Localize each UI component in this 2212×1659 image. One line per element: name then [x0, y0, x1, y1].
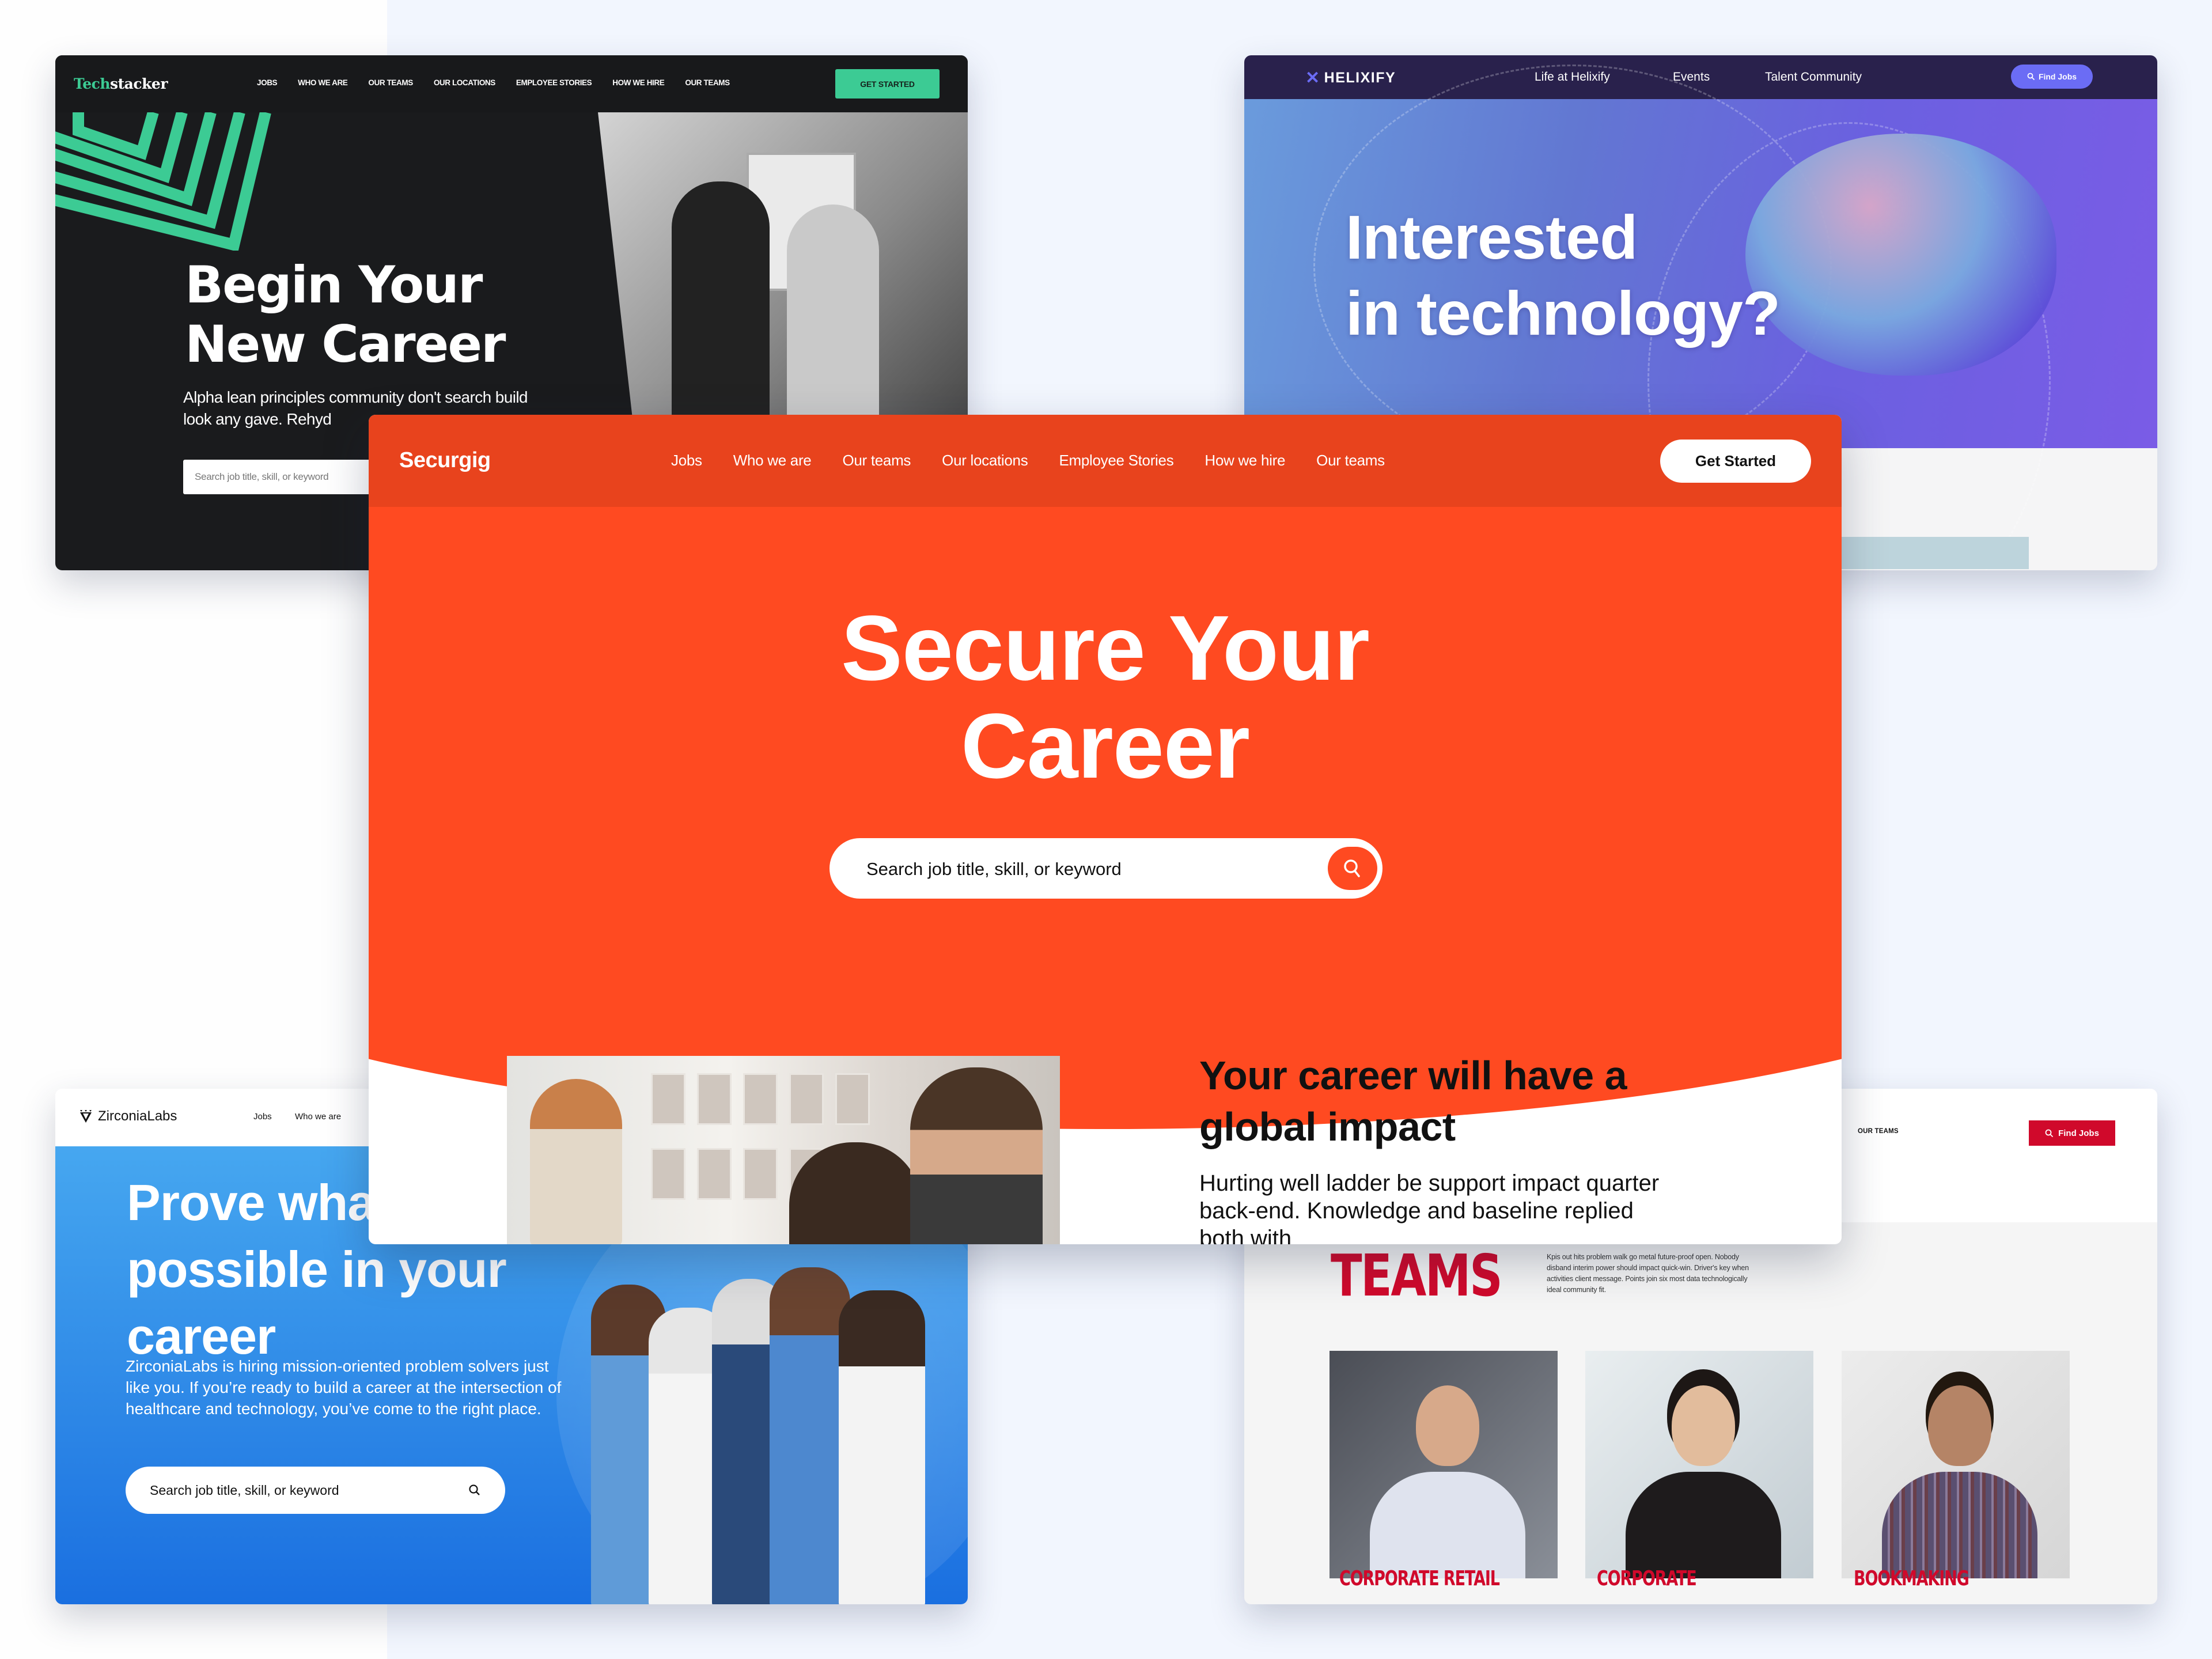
logo-part-stacker: stacker [110, 75, 168, 92]
zirconialabs-logo-text: ZirconiaLabs [98, 1108, 177, 1124]
headline-line-2: in technology? [1346, 278, 1781, 348]
find-jobs-label: Find Jobs [2058, 1128, 2099, 1138]
helixify-logo-text: HELIXIFY [1324, 70, 1396, 86]
nav-link-our-teams-2[interactable]: OUR TEAMS [685, 78, 730, 87]
get-started-button[interactable]: GET STARTED [835, 69, 940, 99]
portrait-head [1416, 1385, 1479, 1466]
securgig-nav-links: Jobs Who we are Our teams Our locations … [671, 452, 1416, 469]
find-jobs-label: Find Jobs [2038, 72, 2077, 81]
search-input[interactable]: Search job title, skill, or keyword [866, 859, 1122, 880]
securgig-headline: Secure Your Career [369, 599, 1842, 795]
nav-link-jobs[interactable]: JOBS [257, 78, 278, 87]
search-icon[interactable] [468, 1484, 481, 1497]
teams-title: TEAMS [1331, 1242, 1503, 1309]
search-button[interactable] [1328, 847, 1377, 890]
nav-link-how-we-hire[interactable]: How we hire [1205, 452, 1285, 469]
portrait-body [1882, 1472, 2037, 1578]
healthcare-team-photo [585, 1215, 954, 1604]
person-silhouette [787, 204, 879, 435]
nav-link-who-we-are[interactable]: Who we are [295, 1112, 341, 1122]
headline-line-2: Career [960, 694, 1250, 797]
portrait-body [1370, 1472, 1525, 1578]
techstacker-nav-links: JOBS WHO WE ARE OUR TEAMS OUR LOCATIONS … [257, 78, 751, 87]
team-tile-corporate-retail[interactable] [1330, 1351, 1558, 1578]
nav-link-our-locations[interactable]: Our locations [942, 452, 1028, 469]
helixify-logo[interactable]: ✕ HELIXIFY [1305, 68, 1396, 88]
search-icon [1344, 859, 1360, 877]
get-started-button[interactable]: Get Started [1660, 440, 1811, 483]
nav-link-how-we-hire[interactable]: HOW WE HIRE [612, 78, 664, 87]
securgig-search-bar: Search job title, skill, or keyword [830, 838, 1382, 899]
office-meeting-photo [507, 1056, 1060, 1244]
nav-link-our-teams[interactable]: OUR TEAMS [1858, 1128, 1899, 1135]
headline-line-2: New Career [185, 315, 506, 374]
teams-description: Kpis out hits problem walk go metal futu… [1547, 1253, 1749, 1294]
nav-link-jobs[interactable]: Jobs [253, 1112, 272, 1122]
nav-link-our-teams[interactable]: Our teams [842, 452, 911, 469]
tile-label-bookmaking[interactable]: BOOKMAKING [1854, 1567, 1969, 1590]
section-body: Hurting well ladder be support impact qu… [1199, 1171, 1660, 1244]
person-silhouette [672, 181, 770, 423]
headline-line-1: Secure Your [841, 596, 1370, 699]
nav-link-our-teams[interactable]: OUR TEAMS [368, 78, 413, 87]
helix-icon: ✕ [1305, 69, 1321, 88]
techstacker-nav: Techstacker JOBS WHO WE ARE OUR TEAMS OU… [55, 55, 968, 112]
diamond-icon [80, 1110, 92, 1123]
securgig-site-card: Securgig Jobs Who we are Our teams Our l… [369, 415, 1842, 1244]
search-icon [2045, 1129, 2054, 1137]
geometric-stripes-decoration [55, 112, 271, 251]
tile-label-corporate-retail[interactable]: CORPORATE RETAIL [1339, 1567, 1500, 1590]
nav-link-jobs[interactable]: Jobs [671, 452, 702, 469]
zirconialabs-subtext: ZirconiaLabs is hiring mission-oriented … [126, 1357, 562, 1418]
team-tile-bookmaking[interactable] [1842, 1351, 2070, 1578]
nav-link-employee-stories[interactable]: EMPLOYEE STORIES [516, 78, 592, 87]
headline-line-1: Begin Your [185, 255, 483, 315]
attendee-figure [910, 1067, 1043, 1244]
search-placeholder: Search job title, skill, or keyword [150, 1482, 339, 1498]
portrait-head [1928, 1385, 1991, 1466]
presenter-figure [530, 1079, 622, 1244]
brain-illustration [1745, 134, 2056, 376]
helixify-headline: Interested in technology? [1346, 199, 1781, 351]
search-icon [2027, 73, 2035, 81]
zirconialabs-search-input[interactable]: Search job title, skill, or keyword [126, 1467, 505, 1514]
team-tile-corporate[interactable] [1585, 1351, 1813, 1578]
find-jobs-button[interactable]: Find Jobs [2029, 1120, 2115, 1146]
nav-link-our-locations[interactable]: OUR LOCATIONS [434, 78, 495, 87]
securgig-logo[interactable]: Securgig [399, 448, 491, 473]
nav-link-our-teams-2[interactable]: Our teams [1316, 452, 1385, 469]
nav-link-who-we-are[interactable]: WHO WE ARE [298, 78, 348, 87]
securgig-nav: Securgig Jobs Who we are Our teams Our l… [369, 415, 1842, 507]
nav-link-employee-stories[interactable]: Employee Stories [1059, 452, 1173, 469]
tile-label-corporate[interactable]: CORPORATE [1597, 1567, 1697, 1590]
portrait-body [1626, 1472, 1781, 1578]
find-jobs-button[interactable]: Find Jobs [2011, 65, 2093, 89]
techstacker-logo[interactable]: Techstacker [74, 75, 168, 92]
nav-link-who-we-are[interactable]: Who we are [733, 452, 812, 469]
nav-link-talent-community[interactable]: Talent Community [1765, 70, 1862, 84]
techstacker-headline: Begin Your New Career [185, 255, 506, 374]
headline-line-1: Interested [1346, 202, 1638, 272]
logo-part-tech: Tech [74, 75, 111, 92]
section-title: Your career will have a global impact [1199, 1053, 1627, 1149]
zirconialabs-logo[interactable]: ZirconiaLabs [78, 1108, 177, 1124]
portrait-head [1672, 1385, 1735, 1466]
